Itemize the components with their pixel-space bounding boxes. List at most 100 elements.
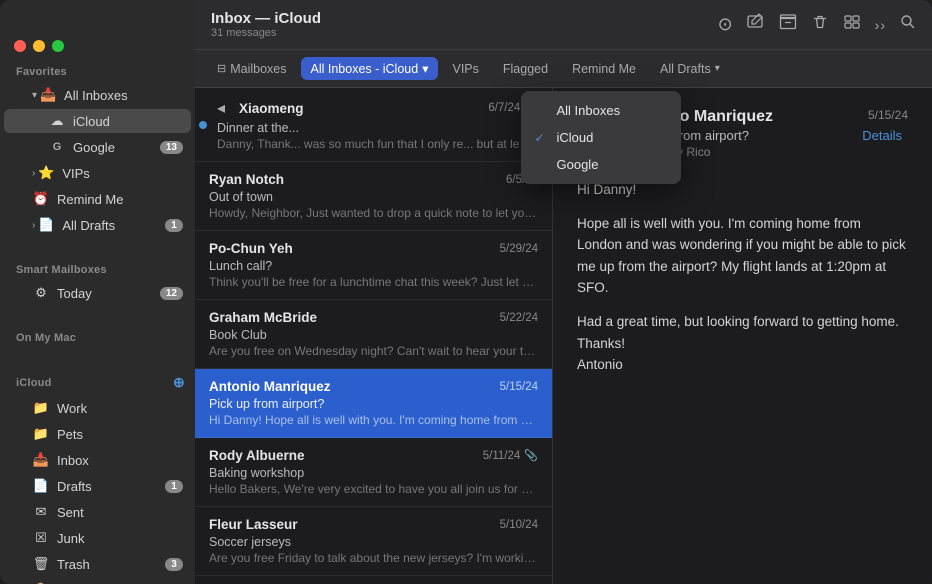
message-item[interactable]: Graham McBride 5/22/24 Book Club Are you… xyxy=(195,300,552,369)
more-toolbar-icon[interactable]: ›› xyxy=(875,17,886,33)
sidebar-item-junk[interactable]: ☒ Junk xyxy=(4,526,191,550)
tab-all-inboxes-icloud[interactable]: All Inboxes - iCloud ▾ All Inboxes ✓ iCl… xyxy=(301,57,439,80)
close-button[interactable] xyxy=(14,40,26,52)
sidebar-item-pets[interactable]: 📁 Pets xyxy=(4,422,191,446)
tab-remind-me[interactable]: Remind Me xyxy=(562,58,646,80)
sidebar-label: All Inboxes xyxy=(64,88,183,103)
message-header: Fleur Lasseur 5/10/24 xyxy=(209,517,538,532)
message-item[interactable]: Po-Chun Yeh 5/29/24 Lunch call? Think yo… xyxy=(195,231,552,300)
message-preview: Hello Bakers, We're very excited to have… xyxy=(209,482,538,496)
add-mailbox-button[interactable]: ⊕ xyxy=(173,374,185,391)
message-date: 5/11/24 xyxy=(483,450,521,462)
sidebar-label: Inbox xyxy=(57,453,183,468)
sidebar-item-sent[interactable]: ✉ Sent xyxy=(4,500,191,524)
sent-icon: ✉ xyxy=(32,503,50,521)
message-sender: Graham McBride xyxy=(209,310,317,325)
tab-flagged[interactable]: Flagged xyxy=(493,58,558,80)
tab-label: VIPs xyxy=(452,62,478,76)
message-item[interactable]: ◂ Xiaomeng 6/7/24 📎 Dinner at the... Dan… xyxy=(195,88,552,162)
traffic-lights-area xyxy=(0,40,195,52)
icloud-section-header: iCloud ⊕ xyxy=(0,360,195,395)
sidebar-label: iCloud xyxy=(73,114,183,129)
sidebar-label: Drafts xyxy=(57,479,165,494)
fullscreen-button[interactable] xyxy=(52,40,64,52)
attachment-icon: 📎 xyxy=(524,449,538,462)
google-badge: 13 xyxy=(160,141,183,154)
tab-mailboxes[interactable]: ⊟ Mailboxes xyxy=(207,58,297,80)
dropdown-arrow-icon: ▾ xyxy=(422,61,428,76)
main-content: Inbox — iCloud 31 messages ⊙ ›› xyxy=(195,0,932,584)
reply-indicator: ◂ xyxy=(217,98,225,118)
filter-icon[interactable]: ⊙ xyxy=(718,14,733,35)
sidebar-item-vips[interactable]: › ⭐ VIPs xyxy=(4,161,191,185)
sidebar-item-all-drafts[interactable]: › 📄 All Drafts 1 xyxy=(4,213,191,237)
message-header: Rody Albuerne 5/11/24 📎 xyxy=(209,448,538,463)
dropdown-label: Google xyxy=(557,157,599,172)
search-toolbar-icon[interactable] xyxy=(900,14,916,35)
drafts-badge-2: 1 xyxy=(165,480,183,493)
toolbar: Inbox — iCloud 31 messages ⊙ ›› xyxy=(195,0,932,50)
message-subject: Baking workshop xyxy=(209,466,538,480)
details-button[interactable]: Details xyxy=(856,126,908,145)
minimize-button[interactable] xyxy=(33,40,45,52)
message-preview: Think you'll be free for a lunchtime cha… xyxy=(209,275,538,289)
sidebar-item-trash[interactable]: 🗑 Trash 3 xyxy=(4,552,191,576)
delete-toolbar-icon[interactable] xyxy=(811,13,829,36)
message-date: 5/15/24 xyxy=(500,381,538,393)
message-preview: Are you free Friday to talk about the ne… xyxy=(209,551,538,565)
sidebar: Favorites ▾ 📥 All Inboxes ☁ iCloud G Goo… xyxy=(0,0,195,584)
sidebar-item-today[interactable]: ⚙ Today 12 xyxy=(4,281,191,305)
message-subject: Soccer jerseys xyxy=(209,535,538,549)
favorites-header: Favorites xyxy=(0,52,195,82)
detail-date: 5/15/24 xyxy=(868,108,908,122)
message-sender: Rody Albuerne xyxy=(209,448,305,463)
dropdown-item-all-inboxes[interactable]: All Inboxes xyxy=(521,97,681,124)
message-date: 6/7/24 xyxy=(488,102,520,114)
move-toolbar-icon[interactable] xyxy=(843,13,861,36)
message-date: 5/10/24 xyxy=(500,519,538,531)
tab-label: Flagged xyxy=(503,62,548,76)
message-item[interactable]: Ryan Notch 6/5/24 Out of town Howdy, Nei… xyxy=(195,162,552,231)
message-list[interactable]: ◂ Xiaomeng 6/7/24 📎 Dinner at the... Dan… xyxy=(195,88,553,584)
message-subject: Lunch call? xyxy=(209,259,538,273)
dropdown-item-icloud[interactable]: ✓ iCloud xyxy=(521,124,681,151)
new-message-icon[interactable] xyxy=(747,13,765,36)
sidebar-item-work[interactable]: 📁 Work xyxy=(4,396,191,420)
sidebar-label: Sent xyxy=(57,505,183,520)
icloud-icon: ☁ xyxy=(48,112,66,130)
archive-toolbar-icon[interactable] xyxy=(779,13,797,36)
sidebar-item-remind-me[interactable]: ⏰ Remind Me xyxy=(4,187,191,211)
chevron-icon: › xyxy=(32,220,35,231)
message-header: Antonio Manriquez 5/15/24 xyxy=(209,379,538,394)
sidebar-item-archive[interactable]: 📦 Archive xyxy=(4,578,191,584)
tab-bar: ⊟ Mailboxes All Inboxes - iCloud ▾ All I… xyxy=(195,50,932,88)
message-subject: Book Club xyxy=(209,328,538,342)
sidebar-item-drafts[interactable]: 📄 Drafts 1 xyxy=(4,474,191,498)
sidebar-item-all-inboxes[interactable]: ▾ 📥 All Inboxes xyxy=(4,83,191,107)
tab-vips[interactable]: VIPs xyxy=(442,58,488,80)
sidebar-item-icloud[interactable]: ☁ iCloud xyxy=(4,109,191,133)
sidebar-label: All Drafts xyxy=(62,218,165,233)
message-preview: Danny, Thank... was so much fun that I o… xyxy=(217,137,538,151)
dropdown-arrow-icon: ▾ xyxy=(715,63,720,74)
toolbar-title-area: Inbox — iCloud 31 messages xyxy=(211,10,718,39)
message-sender: Po-Chun Yeh xyxy=(209,241,293,256)
message-header: Graham McBride 5/22/24 xyxy=(209,310,538,325)
sidebar-item-inbox[interactable]: 📥 Inbox xyxy=(4,448,191,472)
message-item[interactable]: Fleur Lasseur 5/10/24 Soccer jerseys Are… xyxy=(195,507,552,576)
trash-badge: 3 xyxy=(165,558,183,571)
inbox-dropdown: All Inboxes ✓ iCloud Google xyxy=(521,91,681,184)
message-item[interactable]: Rody Albuerne 5/11/24 📎 Baking workshop … xyxy=(195,438,552,507)
tab-label: Remind Me xyxy=(572,62,636,76)
message-sender: Xiaomeng xyxy=(239,101,304,116)
sidebar-label: Junk xyxy=(57,531,183,546)
trash-icon: 🗑 xyxy=(32,555,50,573)
tab-all-drafts[interactable]: All Drafts ▾ xyxy=(650,58,730,80)
unread-dot xyxy=(199,121,207,129)
chevron-icon: ▾ xyxy=(32,90,37,101)
chevron-icon: › xyxy=(32,168,35,179)
sidebar-item-google[interactable]: G Google 13 xyxy=(4,135,191,159)
message-header: Ryan Notch 6/5/24 xyxy=(209,172,538,187)
message-item-selected[interactable]: Antonio Manriquez 5/15/24 Pick up from a… xyxy=(195,369,552,438)
dropdown-item-google[interactable]: Google xyxy=(521,151,681,178)
